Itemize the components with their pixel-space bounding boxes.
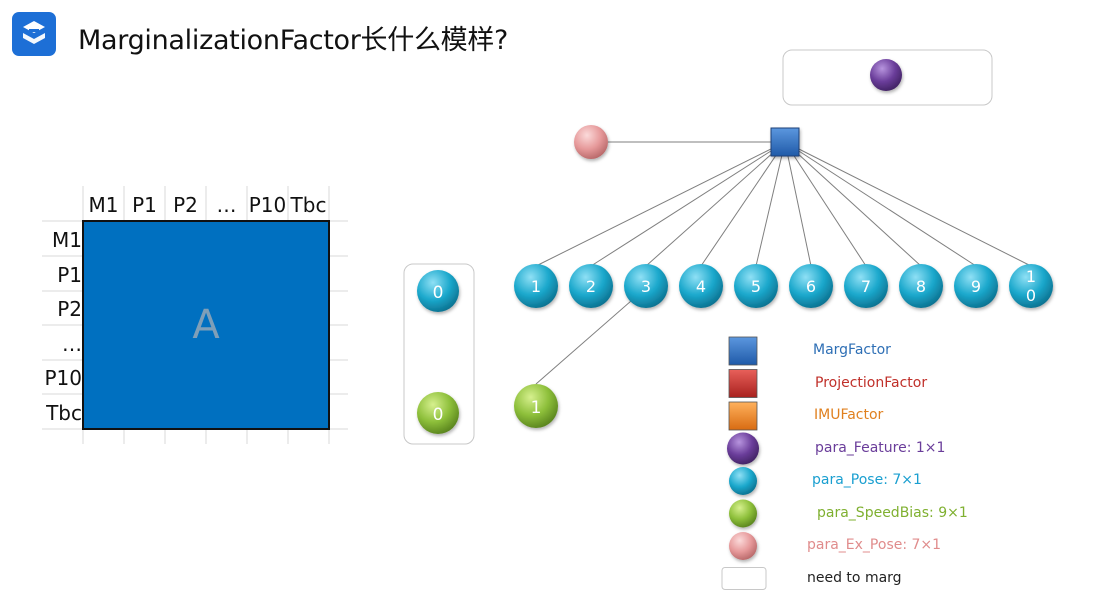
legend-box-swatch xyxy=(721,567,767,590)
pose-node-label: 0 xyxy=(1026,286,1036,305)
edge-pose xyxy=(784,141,977,267)
ex-pose-node xyxy=(574,125,608,159)
legend-square-swatch xyxy=(728,369,758,398)
pose-node: 5 xyxy=(734,264,778,308)
pose-node: 2 xyxy=(569,264,613,308)
legend-square-swatch xyxy=(728,336,758,366)
legend-circle-swatch xyxy=(729,467,757,495)
marg-factor-node xyxy=(770,127,800,157)
speedbias-node: 1 xyxy=(514,384,558,428)
pose-node-label: 8 xyxy=(916,277,926,296)
pose-node-label: 1 xyxy=(531,277,541,296)
legend-label: MargFactor xyxy=(813,342,891,358)
pose-node: 10 xyxy=(1009,264,1053,308)
legend-square-swatch xyxy=(728,401,758,431)
legend-circle-swatch xyxy=(729,499,757,528)
marg-pose-node: 0 xyxy=(417,270,459,312)
pose-node: 7 xyxy=(844,264,888,308)
pose-node-label: 3 xyxy=(641,277,651,296)
pose-node: 6 xyxy=(789,264,833,308)
legend-label: para_Ex_Pose: 7×1 xyxy=(807,537,942,553)
edge-pose xyxy=(755,141,786,267)
feature-node xyxy=(870,59,902,91)
pose-node-label: 2 xyxy=(586,277,596,296)
pose-node: 1 xyxy=(514,264,558,308)
legend-label: IMUFactor xyxy=(814,407,884,423)
slide: MarginalizationFactor长什么模样? M1 P1 P2 … P… xyxy=(0,0,1105,598)
edge-pose xyxy=(784,141,922,267)
edge-pose xyxy=(645,141,786,267)
marg-pose-node-label: 0 xyxy=(433,283,444,303)
pose-node-label: 7 xyxy=(861,277,871,296)
edge-pose xyxy=(590,141,786,267)
pose-node: 8 xyxy=(899,264,943,308)
edge-pose xyxy=(784,141,1032,267)
pose-node: 4 xyxy=(679,264,723,308)
pose-node-label: 5 xyxy=(751,277,761,296)
speedbias-node-label: 1 xyxy=(531,398,542,418)
marg-speedbias-node: 0 xyxy=(417,392,459,434)
legend-circle-swatch xyxy=(727,432,759,465)
edge-pose xyxy=(784,141,867,267)
pose-node: 9 xyxy=(954,264,998,308)
legend-label: need to marg xyxy=(807,569,902,586)
marg-speedbias-node-label: 0 xyxy=(433,405,444,425)
legend-label: para_SpeedBias: 9×1 xyxy=(817,504,968,521)
legend-label: ProjectionFactor xyxy=(815,374,928,391)
pose-node-label: 1 xyxy=(1026,267,1036,286)
legend-label: para_Feature: 1×1 xyxy=(815,439,946,456)
pose-node-label: 9 xyxy=(971,277,981,296)
legend-label: para_Pose: 7×1 xyxy=(812,472,922,488)
legend-circle-swatch xyxy=(729,532,757,560)
pose-node: 3 xyxy=(624,264,668,308)
edge-pose xyxy=(784,141,812,267)
pose-node-label: 6 xyxy=(806,277,816,296)
pose-node-label: 4 xyxy=(696,277,706,296)
edge-pose xyxy=(535,141,786,267)
edge-pose xyxy=(700,141,786,267)
